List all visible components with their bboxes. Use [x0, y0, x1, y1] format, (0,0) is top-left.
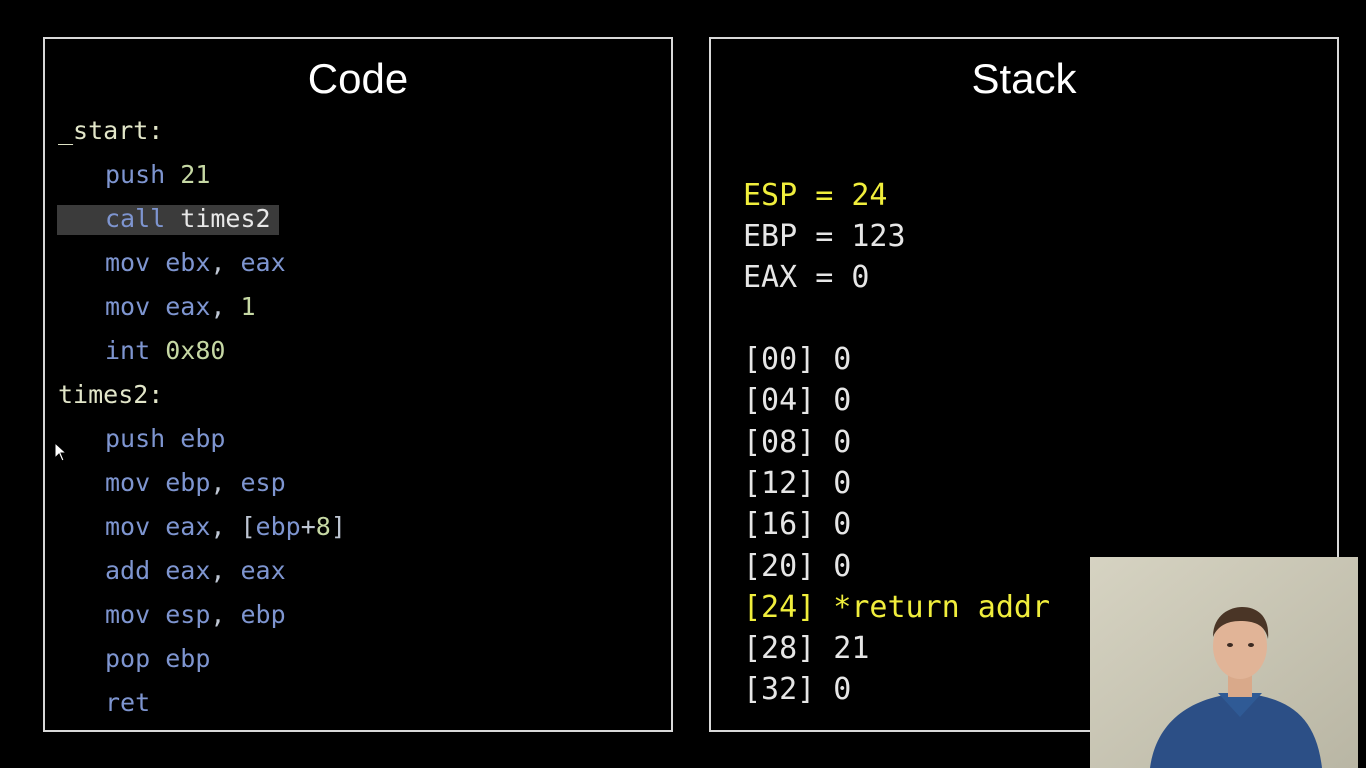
- code-line: push ebp: [105, 421, 225, 457]
- code-token: ,: [210, 600, 241, 629]
- code-label: _start:: [58, 116, 164, 145]
- code-token: ,: [210, 468, 241, 497]
- code-line: mov ebx, eax: [105, 245, 286, 281]
- code-line: add eax, eax: [105, 553, 286, 589]
- code-token: push: [105, 424, 181, 453]
- code-token: call: [105, 204, 181, 233]
- code-token: ebp: [165, 468, 211, 497]
- code-token: ,: [210, 292, 241, 321]
- code-token: ebp: [255, 512, 301, 541]
- stack-entry: [32] 0: [743, 672, 852, 708]
- code-token: mov: [105, 468, 166, 497]
- code-line: int 0x80: [105, 333, 225, 369]
- code-line: mov esp, ebp: [105, 597, 286, 633]
- code-line: push 21: [105, 157, 210, 193]
- code-token: ebp: [180, 424, 226, 453]
- code-token: ]: [330, 512, 346, 541]
- code-token: int: [105, 336, 166, 365]
- code-token: mov: [105, 248, 166, 277]
- code-token: ebp: [165, 644, 211, 673]
- code-line-current: call times2: [105, 201, 271, 237]
- code-token: ,: [210, 556, 241, 585]
- code-token: +: [300, 512, 316, 541]
- register-value: EBP = 123: [743, 219, 906, 254]
- mouse-cursor-icon: [54, 442, 68, 462]
- code-token: eax: [165, 512, 211, 541]
- webcam-video: [1090, 557, 1358, 768]
- stack-entry: [24] *return addr: [743, 589, 1051, 625]
- code-token: push: [105, 160, 181, 189]
- register-value: ESP = 24: [743, 178, 888, 213]
- code-label: times2:: [58, 380, 164, 409]
- stack-panel-title: Stack: [971, 55, 1077, 102]
- code-token: eax: [240, 248, 286, 277]
- stack-entry: [04] 0: [743, 383, 852, 419]
- code-token: pop: [105, 644, 166, 673]
- code-token: add: [105, 556, 166, 585]
- stack-entry: [20] 0: [743, 548, 852, 584]
- code-line: mov eax, [ebp+8]: [105, 509, 346, 545]
- code-token: mov: [105, 512, 166, 541]
- code-token: 21: [180, 160, 211, 189]
- code-line: pop ebp: [105, 641, 210, 677]
- code-token: 8: [315, 512, 331, 541]
- code-token: mov: [105, 600, 166, 629]
- code-token: times2: [180, 204, 271, 233]
- stack-entry: [12] 0: [743, 465, 852, 501]
- code-token: ,: [210, 248, 241, 277]
- code-line: mov ebp, esp: [105, 465, 286, 501]
- register-value: EAX = 0: [743, 260, 870, 295]
- code-token: ebx: [165, 248, 211, 277]
- code-line: ret: [105, 685, 150, 721]
- code-token: esp: [165, 600, 211, 629]
- code-token: eax: [240, 556, 286, 585]
- code-token: 0x80: [165, 336, 226, 365]
- code-token: ret: [105, 688, 151, 717]
- code-token: 1: [240, 292, 256, 321]
- stack-entry: [00] 0: [743, 342, 852, 377]
- code-token: eax: [165, 292, 211, 321]
- code-token: mov: [105, 292, 166, 321]
- stack-entry: [28] 21: [743, 631, 870, 667]
- stack-entry: [08] 0: [743, 424, 852, 460]
- stack-entry: [16] 0: [743, 507, 852, 543]
- code-panel: Code _start:push 21 call times2 mov ebx, e…: [43, 37, 673, 732]
- code-token: eax: [165, 556, 211, 585]
- code-panel-title: Code: [307, 55, 409, 102]
- code-token: ebp: [240, 600, 286, 629]
- code-line: mov eax, 1: [105, 289, 256, 325]
- code-token: , [: [210, 512, 256, 541]
- code-token: esp: [240, 468, 286, 497]
